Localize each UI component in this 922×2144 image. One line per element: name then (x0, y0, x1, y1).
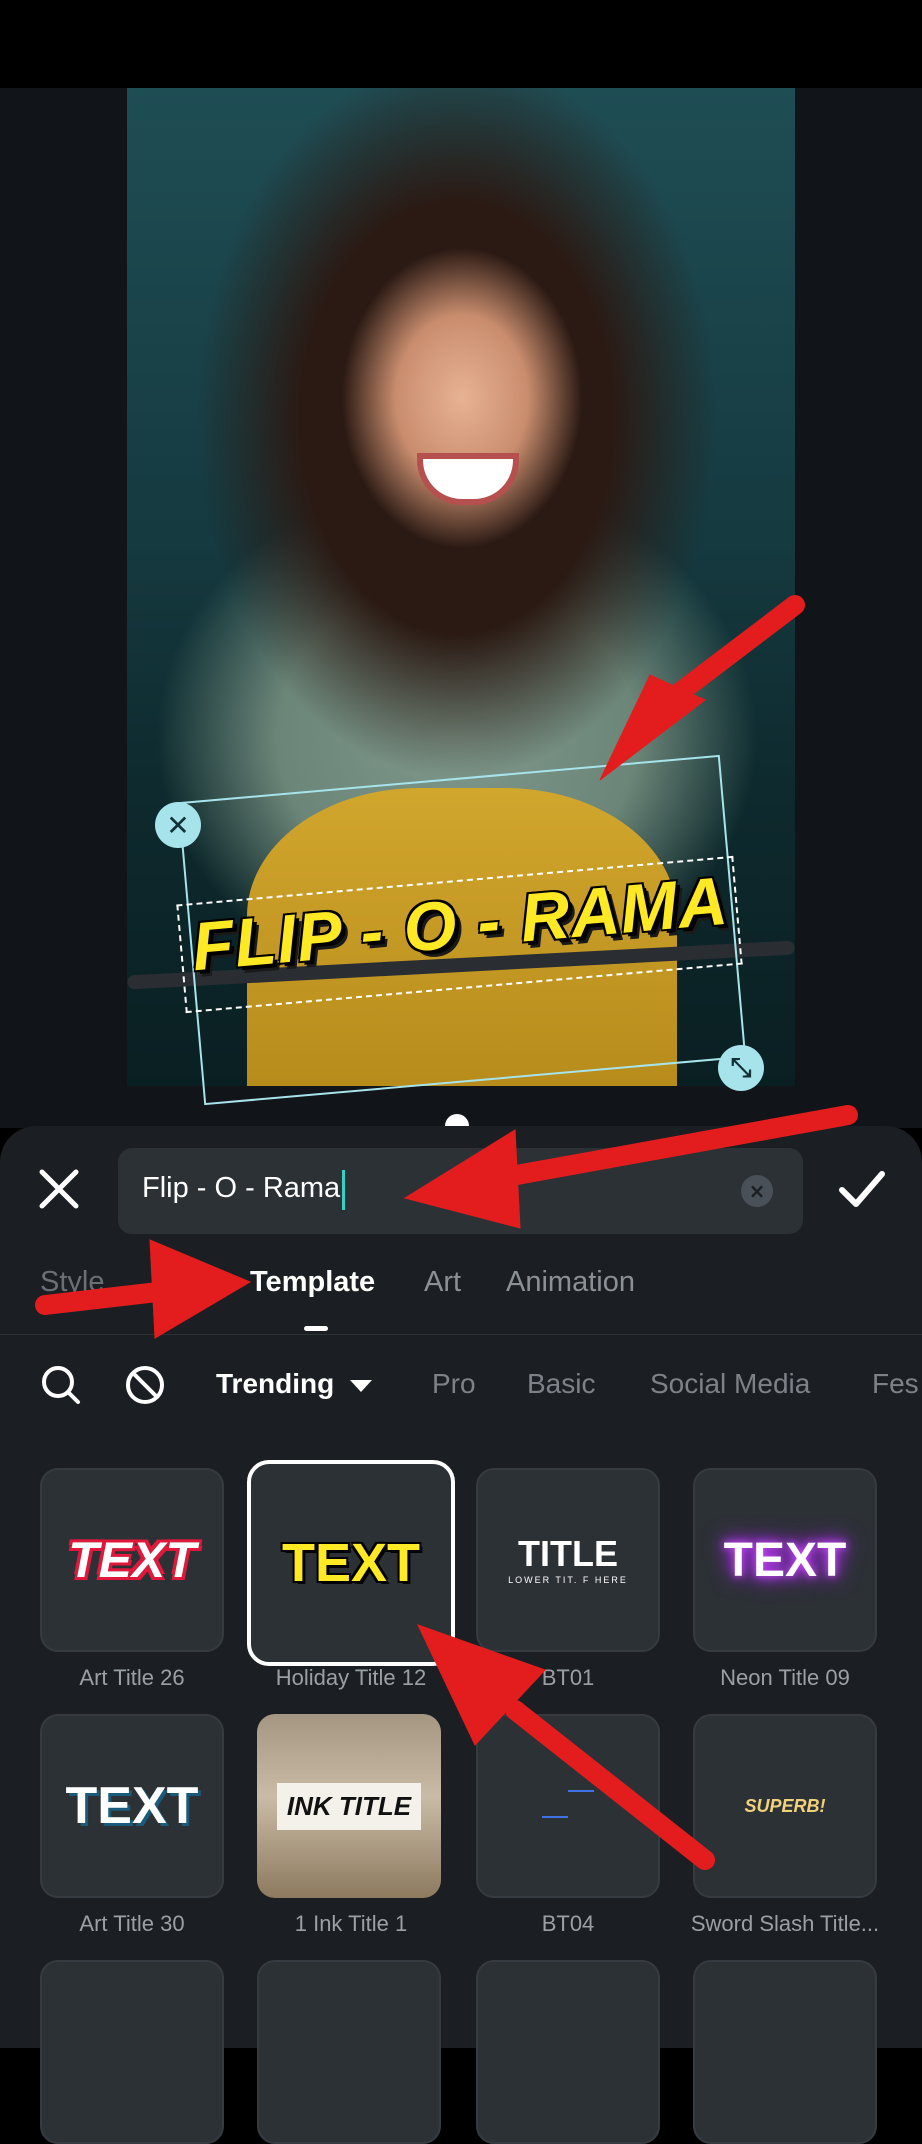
template-card-sword-slash-title[interactable]: SUPERB! (693, 1714, 877, 1898)
template-preview-title: TITLE (518, 1532, 618, 1574)
template-preview: TEXT (723, 1533, 847, 1587)
template-preview: TEXT (281, 1533, 420, 1593)
template-label: Neon Title 09 (720, 1665, 850, 1690)
tab-style[interactable]: Style (40, 1266, 104, 1299)
preview-line (568, 1790, 594, 1792)
template-preview: TITLE LOWER TIT. F HERE (508, 1532, 628, 1585)
active-tab-indicator (304, 1326, 328, 1331)
template-preview-subtitle: LOWER TIT. F HERE (508, 1574, 628, 1585)
close-icon: ✕ (166, 808, 190, 842)
template-preview: TEXT (65, 1777, 199, 1835)
template-card[interactable] (476, 1960, 660, 2144)
template-card-art-title-30[interactable]: TEXT (40, 1714, 224, 1898)
category-basic[interactable]: Basic (527, 1368, 595, 1400)
tab-animation[interactable]: Animation (506, 1266, 635, 1299)
checkmark-icon[interactable] (832, 1160, 892, 1216)
search-icon[interactable] (40, 1364, 82, 1406)
no-effect-icon[interactable] (124, 1364, 166, 1406)
template-preview-frame: TEXT (259, 1471, 443, 1655)
category-festival[interactable]: Fes (872, 1368, 919, 1400)
photo-smile (417, 453, 519, 505)
remove-text-handle[interactable]: ✕ (155, 802, 201, 848)
template-label: BT04 (541, 1911, 595, 1936)
template-card-holiday-title-12[interactable]: TEXT (247, 1460, 455, 1666)
category-pro[interactable]: Pro (432, 1368, 476, 1400)
scale-rotate-handle[interactable]: ⤡ (718, 1045, 764, 1091)
text-input-value[interactable]: Flip - O - Rama (142, 1172, 340, 1205)
template-card[interactable] (257, 1960, 441, 2144)
template-card-art-title-26[interactable]: TEXT (40, 1468, 224, 1652)
tab-art[interactable]: Art (424, 1266, 461, 1299)
template-label: 1 Ink Title 1 (294, 1911, 408, 1936)
category-social-media[interactable]: Social Media (650, 1368, 810, 1400)
preview-line (542, 1816, 568, 1818)
caret-down-icon[interactable] (350, 1380, 372, 1392)
template-preview: INK TITLE (276, 1782, 422, 1830)
close-icon[interactable] (32, 1162, 86, 1216)
template-card[interactable] (40, 1960, 224, 2144)
template-label: BT01 (541, 1665, 595, 1690)
template-preview: TEXT (68, 1532, 196, 1588)
clear-icon: × (748, 1179, 766, 1203)
tab-template[interactable]: Template (250, 1266, 375, 1299)
divider (0, 1334, 922, 1335)
template-card-bt04[interactable] (476, 1714, 660, 1898)
template-label: Sword Slash Title... (690, 1911, 880, 1936)
template-card-ink-title-1[interactable]: INK TITLE (257, 1714, 441, 1898)
template-label: Art Title 30 (79, 1911, 185, 1936)
scale-icon: ⤡ (730, 1052, 752, 1083)
template-card[interactable] (693, 1960, 877, 2144)
clear-text-button[interactable]: × (741, 1175, 773, 1207)
template-card-neon-title-09[interactable]: TEXT (693, 1468, 877, 1652)
template-card-bt01[interactable]: TITLE LOWER TIT. F HERE (476, 1468, 660, 1652)
category-trending[interactable]: Trending (216, 1368, 334, 1400)
template-label: Holiday Title 12 (275, 1665, 427, 1690)
template-preview: SUPERB! (744, 1795, 826, 1816)
template-label: Art Title 26 (79, 1665, 185, 1690)
text-cursor (342, 1170, 345, 1210)
template-preview (538, 1776, 598, 1836)
